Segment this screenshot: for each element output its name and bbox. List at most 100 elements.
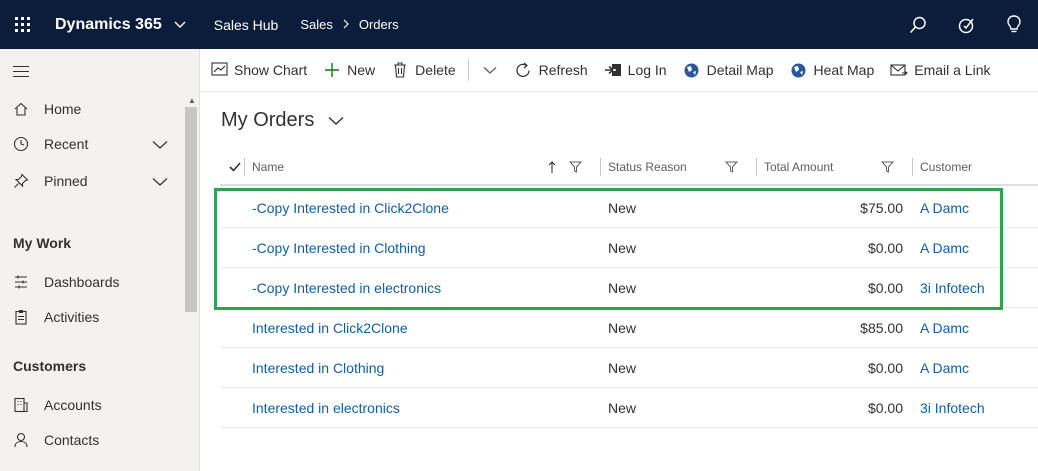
order-name-link[interactable]: -Copy Interested in Click2Clone (252, 188, 449, 228)
view-selector[interactable]: My Orders (221, 109, 344, 132)
sidebar-item-label: Home (44, 101, 82, 117)
command-bar: Show Chart New Delete Refresh Log In Det… (200, 49, 1038, 92)
globe-icon (683, 61, 701, 79)
home-icon (13, 101, 29, 117)
column-divider (244, 158, 245, 176)
order-name-link[interactable]: Interested in Click2Clone (252, 308, 408, 348)
refresh-icon (515, 61, 533, 79)
delete-label: Delete (415, 62, 456, 78)
sidebar-item-home[interactable]: Home (0, 92, 182, 126)
sidebar-item-label: Accounts (44, 397, 102, 413)
status-reason: New (608, 320, 637, 336)
new-label: New (347, 62, 376, 78)
group-title-my-work: My Work (13, 235, 72, 251)
email-a-link-button[interactable]: Email a Link (882, 49, 998, 92)
column-divider (756, 158, 757, 176)
customer-link[interactable]: 3i Infotech (920, 388, 985, 428)
status-reason: New (608, 200, 637, 216)
filter-icon[interactable] (881, 148, 894, 186)
sidebar-item-accounts[interactable]: Accounts (0, 388, 182, 422)
customer-link[interactable]: 3i Infotech (920, 268, 985, 308)
chevron-down-icon[interactable] (328, 109, 344, 132)
order-name-link[interactable]: -Copy Interested in Clothing (252, 228, 426, 268)
filter-icon[interactable] (569, 148, 582, 186)
globe-icon (790, 61, 808, 79)
sidebar-item-label: Dashboards (44, 274, 120, 290)
sidebar-item-pinned[interactable]: Pinned (0, 164, 182, 198)
show-chart-button[interactable]: Show Chart (200, 49, 315, 92)
clock-icon (13, 136, 29, 152)
column-divider (912, 158, 913, 176)
order-name-link[interactable]: Interested in electronics (252, 388, 400, 428)
delete-button[interactable]: Delete (383, 49, 463, 92)
order-name-link[interactable]: Interested in Clothing (252, 348, 384, 388)
column-header-customer[interactable]: Customer (920, 148, 972, 186)
detail-map-label: Detail Map (706, 62, 774, 78)
column-header-total-amount[interactable]: Total Amount (764, 148, 833, 186)
sidebar-item-activities[interactable]: Activities (0, 300, 182, 334)
trash-icon (391, 61, 409, 79)
breadcrumb-sales[interactable]: Sales (300, 17, 333, 32)
sidebar-item-dashboards[interactable]: Dashboards (0, 265, 182, 299)
sidebar-item-label: Recent (44, 136, 89, 152)
more-commands-chevron[interactable] (473, 49, 507, 92)
assistant-icon[interactable] (942, 0, 990, 49)
table-row[interactable]: Interested in electronics New $0.00 3i I… (220, 388, 1038, 428)
grid-header: Name Status Reason Total Amount Customer (220, 148, 1038, 186)
filter-icon[interactable] (725, 148, 738, 186)
customer-link[interactable]: A Damc (920, 308, 969, 348)
customer-link[interactable]: A Damc (920, 188, 969, 228)
sort-ascending-icon[interactable] (548, 148, 556, 186)
total-amount: $0.00 (867, 360, 903, 376)
table-row[interactable]: -Copy Interested in electronics New $0.0… (220, 268, 1038, 308)
status-reason: New (608, 400, 637, 416)
total-amount: $75.00 (860, 200, 903, 216)
app-name[interactable]: Sales Hub (214, 17, 279, 33)
column-header-name[interactable]: Name (252, 148, 284, 186)
chevron-down-icon[interactable] (152, 137, 168, 153)
chevron-right-icon (343, 17, 349, 32)
scroll-up-arrow[interactable]: ▲ (188, 96, 196, 105)
table-row[interactable]: Interested in Click2Clone New $85.00 A D… (220, 308, 1038, 348)
total-amount: $0.00 (867, 240, 903, 256)
table-row[interactable]: -Copy Interested in Click2Clone New $75.… (220, 188, 1038, 228)
scrollbar-thumb[interactable] (185, 107, 197, 312)
new-button[interactable]: New (315, 49, 383, 92)
sidebar-item-recent[interactable]: Recent (0, 127, 182, 161)
plus-icon (323, 61, 341, 79)
heat-map-button[interactable]: Heat Map (782, 49, 883, 92)
sidebar-item-contacts[interactable]: Contacts (0, 423, 182, 457)
checkmark-icon (229, 162, 241, 172)
chevron-down-icon[interactable] (174, 17, 186, 32)
app-launcher-button[interactable] (0, 0, 44, 49)
order-name-link[interactable]: -Copy Interested in electronics (252, 268, 441, 308)
view-title: My Orders (221, 109, 315, 131)
chevron-down-icon[interactable] (152, 174, 168, 190)
customer-link[interactable]: A Damc (920, 348, 969, 388)
log-in-label: Log In (627, 62, 667, 78)
breadcrumb-orders[interactable]: Orders (359, 17, 399, 32)
select-all-checkbox[interactable] (229, 148, 241, 186)
person-icon (13, 432, 29, 448)
app-title[interactable]: Dynamics 365 (55, 16, 162, 34)
total-amount: $0.00 (867, 400, 903, 416)
detail-map-button[interactable]: Detail Map (675, 49, 782, 92)
customer-link[interactable]: A Damc (920, 228, 969, 268)
email-a-link-label: Email a Link (914, 62, 991, 78)
column-header-status-reason[interactable]: Status Reason (608, 148, 687, 186)
email-icon (890, 61, 909, 79)
refresh-button[interactable]: Refresh (507, 49, 596, 92)
sidebar-item-label: Pinned (44, 173, 88, 189)
lightbulb-icon[interactable] (990, 0, 1038, 49)
table-row[interactable]: -Copy Interested in Clothing New $0.00 A… (220, 228, 1038, 268)
table-row[interactable]: Interested in Clothing New $0.00 A Damc (220, 348, 1038, 388)
refresh-label: Refresh (538, 62, 588, 78)
search-icon[interactable] (894, 0, 942, 49)
waffle-icon (14, 17, 30, 32)
top-navigation-bar: Dynamics 365 Sales Hub Sales Orders (0, 0, 1038, 49)
building-icon (13, 397, 29, 413)
hamburger-menu-icon[interactable] (13, 66, 29, 81)
sidebar-item-label: Contacts (44, 432, 100, 448)
column-divider (600, 158, 601, 176)
log-in-button[interactable]: Log In (596, 49, 675, 92)
